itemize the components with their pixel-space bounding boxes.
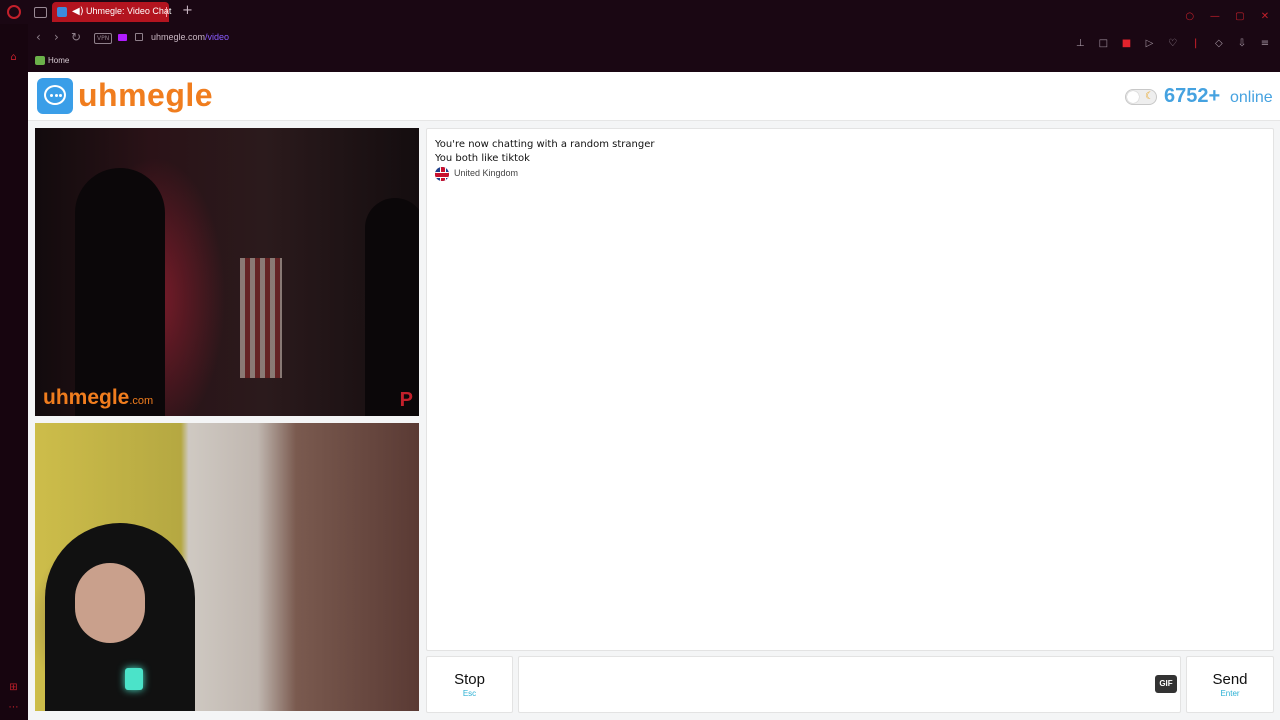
video-watermark: uhmegle.com: [43, 386, 154, 409]
stop-button[interactable]: Stop Esc: [426, 656, 513, 713]
sidebar-more-icon[interactable]: ⋯: [8, 702, 19, 713]
speaker-icon[interactable]: ◀): [72, 5, 84, 19]
browser-tab-bar: ◀) Uhmegle: Video Chat + ○ — ▢ ✕: [0, 0, 1280, 24]
moon-icon: ☾: [1145, 91, 1154, 102]
lock-icon[interactable]: [135, 33, 143, 41]
divider-icon: |: [1194, 38, 1198, 49]
extensions-icon[interactable]: ◇: [1212, 37, 1226, 51]
adblock-icon[interactable]: ■: [1119, 37, 1133, 51]
browser-toolbar: ‹ › ↻ VPN uhmegle.com/video ⊥ □ ■ ▷ ♡ | …: [0, 24, 1280, 52]
browser-tab-active[interactable]: ◀) Uhmegle: Video Chat: [52, 2, 172, 22]
sidebar-home-icon[interactable]: ⌂: [8, 52, 19, 63]
home-bookmark-icon[interactable]: [35, 56, 45, 65]
report-icon[interactable]: P: [400, 390, 413, 410]
new-tab-button[interactable]: +: [182, 3, 193, 19]
snapshot-icon[interactable]: □: [1096, 37, 1110, 51]
tab-separator: [166, 7, 167, 17]
back-icon[interactable]: ‹: [36, 30, 41, 44]
system-message-connected: You're now chatting with a random strang…: [435, 139, 655, 150]
online-count: 6752+: [1164, 85, 1221, 107]
video-person-left: [75, 168, 165, 416]
address-bar[interactable]: uhmegle.com/video: [151, 32, 229, 42]
video-person-face: [75, 563, 145, 643]
window-controls: ○ — ▢ ✕: [1177, 4, 1272, 23]
chat-log: You're now chatting with a random strang…: [426, 128, 1274, 651]
minimize-icon[interactable]: —: [1208, 11, 1222, 22]
system-message-common-interest: You both like tiktok: [435, 153, 530, 164]
stop-shortcut-hint: Esc: [462, 689, 477, 698]
stranger-video: uhmegle.com P: [35, 128, 419, 416]
toggle-knob: [1127, 91, 1139, 103]
site-header: uhmegle ☾ 6752+ online: [28, 72, 1280, 121]
stranger-country: United Kingdom: [454, 168, 519, 178]
send-button-label: Send: [1212, 671, 1248, 688]
reload-icon[interactable]: ↻: [71, 30, 81, 44]
site-logo-text[interactable]: uhmegle: [78, 77, 213, 114]
search-icon[interactable]: ○: [1183, 11, 1197, 22]
bookmark-home[interactable]: Home: [48, 56, 69, 65]
opera-icon[interactable]: [7, 5, 21, 19]
url-host: uhmegle.com: [151, 32, 206, 42]
download-icon[interactable]: ⇩: [1235, 37, 1249, 51]
vpn-badge[interactable]: VPN: [94, 33, 113, 44]
message-box: GIF: [518, 656, 1181, 713]
maximize-icon[interactable]: ▢: [1233, 11, 1247, 22]
stop-button-label: Stop: [454, 671, 485, 688]
tab-title: Uhmegle: Video Chat: [86, 6, 172, 16]
video-background-poster: [240, 258, 282, 378]
uhmegle-page: uhmegle ☾ 6752+ online uhmegle.com P You…: [28, 72, 1280, 720]
browser-sidebar: ⌂ ⊞ ⋯: [0, 24, 28, 720]
online-label: online: [1230, 89, 1273, 106]
play-icon[interactable]: ▷: [1143, 37, 1157, 51]
pin-icon[interactable]: ⊥: [1073, 37, 1087, 51]
sidebar-extra-icon[interactable]: ⊞: [8, 682, 19, 693]
gif-button[interactable]: GIF: [1155, 675, 1177, 693]
camera-icon[interactable]: [118, 34, 127, 41]
forward-icon[interactable]: ›: [54, 30, 59, 44]
video-person-right: [365, 198, 419, 416]
uk-flag-icon: [435, 167, 449, 181]
send-button[interactable]: Send Enter: [1186, 656, 1274, 713]
chat-bubble-logo-icon[interactable]: [37, 78, 73, 114]
heart-icon[interactable]: ♡: [1166, 37, 1180, 51]
url-path: /video: [205, 32, 230, 42]
self-video: [35, 423, 419, 711]
send-shortcut-hint: Enter: [1220, 689, 1240, 698]
site-favicon-icon: [57, 7, 67, 17]
video-microphone: [125, 668, 143, 690]
bookmarks-bar: Home: [28, 52, 1280, 72]
dark-mode-toggle[interactable]: ☾: [1125, 89, 1157, 105]
message-input[interactable]: [525, 663, 1139, 705]
close-icon[interactable]: ✕: [1258, 11, 1272, 22]
tab-overview-icon[interactable]: [34, 7, 47, 18]
menu-icon[interactable]: ≡: [1258, 37, 1272, 51]
toolbar-actions: ⊥ □ ■ ▷ ♡ | ◇ ⇩ ≡: [1069, 31, 1272, 51]
